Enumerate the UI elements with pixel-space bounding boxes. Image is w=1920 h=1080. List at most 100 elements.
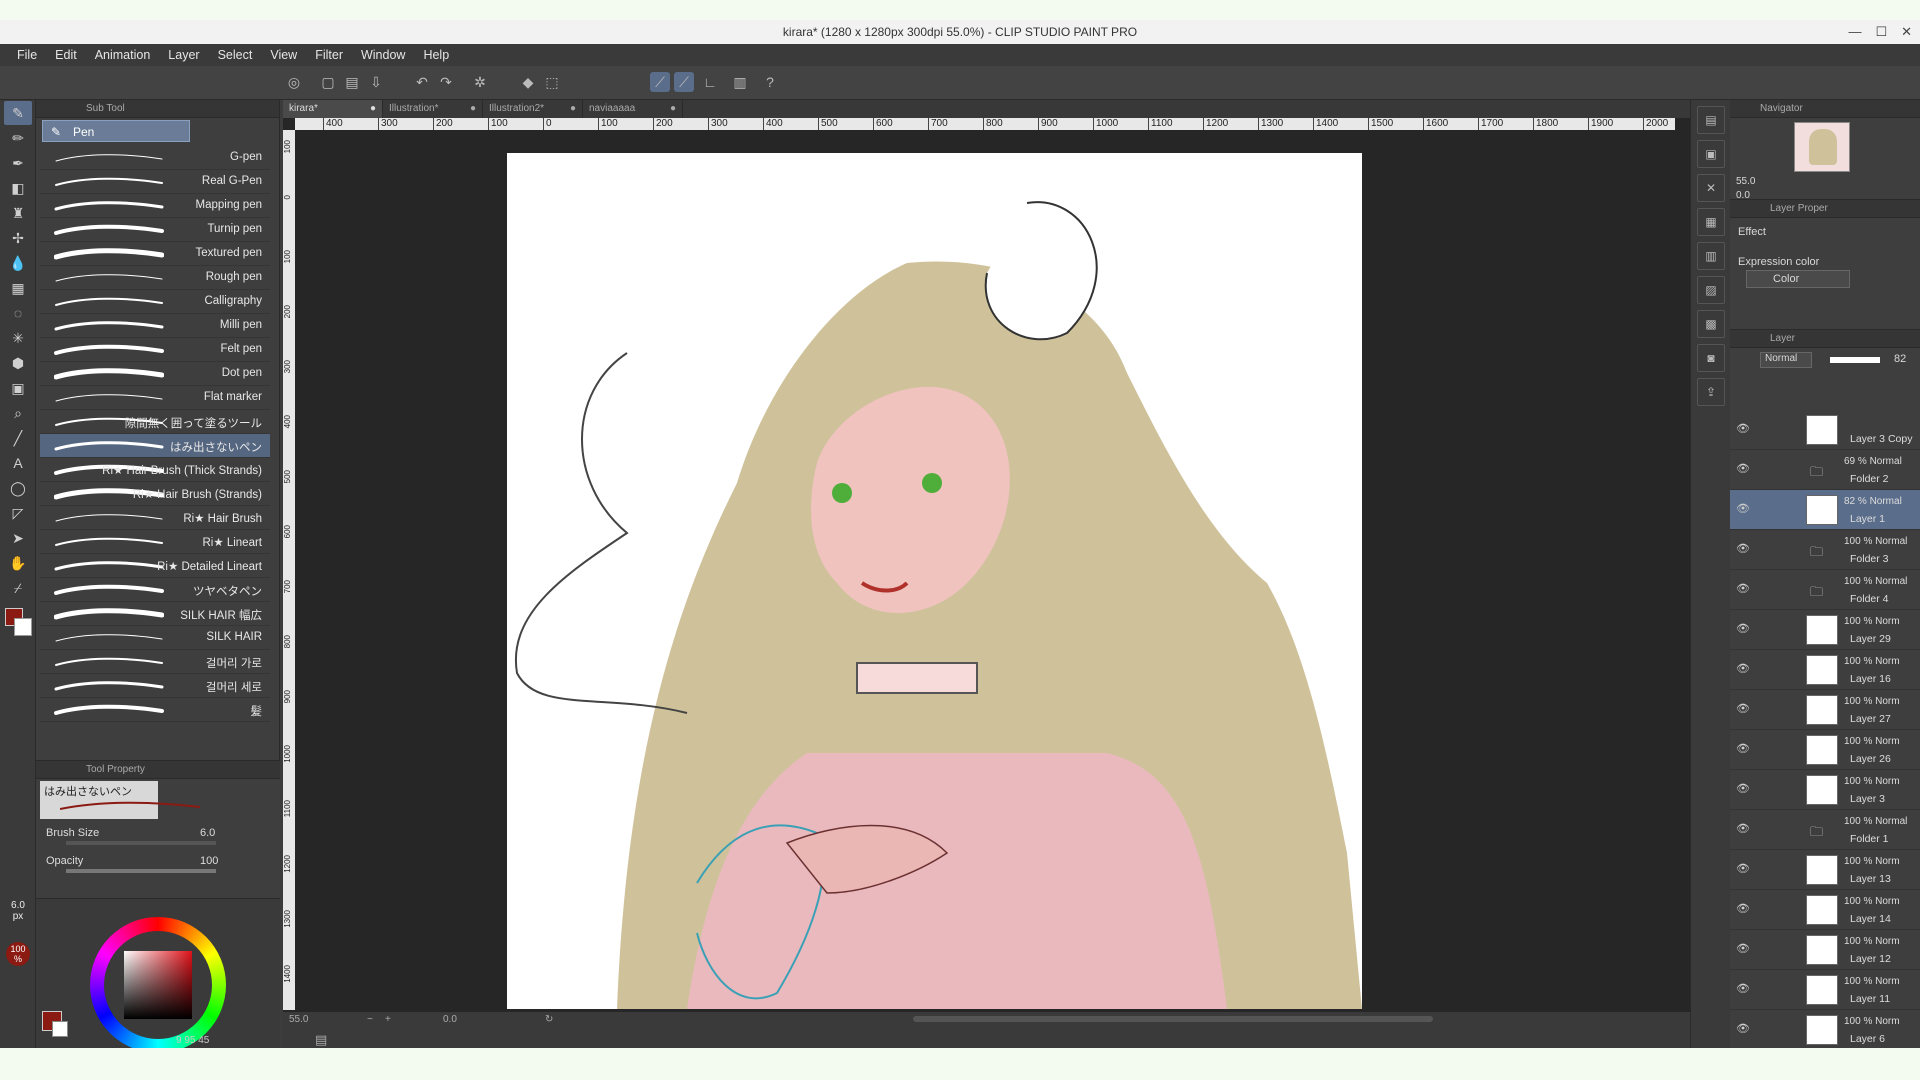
canvas-angle[interactable]: 0.0 bbox=[443, 1014, 457, 1025]
brush-item[interactable]: Real G-Pen bbox=[40, 170, 270, 194]
brush-item[interactable]: Ri★ Hair Brush bbox=[40, 506, 270, 530]
brush-tool-icon[interactable]: ✒ bbox=[4, 151, 32, 175]
layer-row[interactable]: 👁 82 % Normal Layer 1 bbox=[1730, 490, 1920, 530]
eye-icon[interactable]: 👁 bbox=[1736, 622, 1750, 635]
layer-row[interactable]: 👁 100 % Norm Layer 12 bbox=[1730, 930, 1920, 970]
tab-close-icon[interactable]: ● bbox=[670, 100, 676, 118]
brush-item[interactable]: 걸머리 가로 bbox=[40, 650, 270, 674]
expression-color-select[interactable]: Color bbox=[1746, 270, 1850, 288]
color-swatches[interactable] bbox=[0, 606, 35, 646]
clip-studio-icon[interactable]: ◎ bbox=[284, 72, 304, 92]
line-tool-icon[interactable]: ╱ bbox=[4, 426, 32, 450]
search-layer-icon[interactable]: ▦ bbox=[1697, 208, 1725, 236]
eye-icon[interactable]: 👁 bbox=[1736, 822, 1750, 835]
eye-icon[interactable]: 👁 bbox=[1736, 502, 1750, 515]
ruler-icon[interactable]: ▥ bbox=[730, 72, 750, 92]
close-icon[interactable]: ✕ bbox=[1901, 20, 1912, 44]
layer-row[interactable]: 👁 100 % Norm Layer 3 bbox=[1730, 770, 1920, 810]
menu-edit[interactable]: Edit bbox=[46, 48, 86, 62]
layer-row[interactable]: 👁 🗀 100 % Normal Folder 4 bbox=[1730, 570, 1920, 610]
navigator-zoom[interactable]: 55.0 bbox=[1736, 176, 1755, 187]
clear-icon[interactable]: ✲ bbox=[470, 72, 490, 92]
save-icon[interactable]: ⇩ bbox=[366, 72, 386, 92]
brush-item[interactable]: ツヤベタペン bbox=[40, 578, 270, 602]
horizontal-scrollbar[interactable] bbox=[913, 1016, 1433, 1022]
pencil-tool-icon[interactable]: ✏ bbox=[4, 126, 32, 150]
brush-item[interactable]: Ri★ Hair Brush (Strands) bbox=[40, 482, 270, 506]
redo-icon[interactable]: ↷ bbox=[436, 72, 456, 92]
tab-pen[interactable]: ✎ Pen bbox=[42, 120, 190, 142]
opacity-value[interactable]: 100 bbox=[200, 855, 218, 867]
gradient-tool-icon[interactable]: ▣ bbox=[4, 376, 32, 400]
menu-view[interactable]: View bbox=[261, 48, 306, 62]
camera-icon[interactable]: ◙ bbox=[1697, 344, 1725, 372]
snap-special-ruler-icon[interactable]: ⟋ bbox=[674, 72, 694, 92]
brush-item[interactable]: 隙間無く囲って塗るツール bbox=[40, 410, 270, 434]
eye-icon[interactable]: 👁 bbox=[1736, 462, 1750, 475]
blend-tool-icon[interactable]: 💧 bbox=[4, 251, 32, 275]
brush-item[interactable]: Calligraphy bbox=[40, 290, 270, 314]
layer-row[interactable]: 👁 🗀 100 % Normal Folder 1 bbox=[1730, 810, 1920, 850]
tab-close-icon[interactable]: ● bbox=[370, 100, 376, 118]
history-icon[interactable]: ✕ bbox=[1697, 174, 1725, 202]
animation-icon[interactable]: ▥ bbox=[1697, 242, 1725, 270]
layer-row[interactable]: 👁 100 % Norm Layer 26 bbox=[1730, 730, 1920, 770]
brush-item[interactable]: はみ出さないペン bbox=[40, 434, 270, 458]
brush-item[interactable]: SILK HAIR bbox=[40, 626, 270, 650]
figure-tool-icon[interactable]: ▦ bbox=[4, 276, 32, 300]
snap-ruler-icon[interactable]: ⟋ bbox=[650, 72, 670, 92]
document-tab[interactable]: Illustration2* ● bbox=[483, 100, 583, 118]
brush-item[interactable]: Textured pen bbox=[40, 242, 270, 266]
brush-item[interactable]: SILK HAIR 幅広 bbox=[40, 602, 270, 626]
operation-tool-icon[interactable]: ➤ bbox=[4, 526, 32, 550]
brush-item[interactable]: Rough pen bbox=[40, 266, 270, 290]
menu-select[interactable]: Select bbox=[209, 48, 262, 62]
brush-item[interactable]: Milli pen bbox=[40, 314, 270, 338]
layer-row[interactable]: 👁 🗀 100 % Normal Folder 3 bbox=[1730, 530, 1920, 570]
layer-row[interactable]: 👁 100 % Norm Layer 29 bbox=[1730, 610, 1920, 650]
pen-tool-icon[interactable]: ✎ bbox=[4, 101, 32, 125]
document-tab[interactable]: kirara* ● bbox=[283, 100, 383, 118]
sub-color-swatch[interactable] bbox=[14, 618, 32, 636]
fill-tool-icon[interactable]: ⬢ bbox=[4, 351, 32, 375]
canvas-zoom[interactable]: 55.0 bbox=[289, 1014, 308, 1025]
eye-icon[interactable]: 👁 bbox=[1736, 1022, 1750, 1035]
brush-item[interactable]: 髪 bbox=[40, 698, 270, 722]
layer-opacity-slider[interactable] bbox=[1830, 357, 1880, 363]
decoration-tool-icon[interactable]: ✢ bbox=[4, 226, 32, 250]
eye-icon[interactable]: 👁 bbox=[1736, 702, 1750, 715]
layer-row[interactable]: 👁 100 % Norm Layer 13 bbox=[1730, 850, 1920, 890]
brush-item[interactable]: Ri★ Hair Brush (Thick Strands) bbox=[40, 458, 270, 482]
frame-tool-icon[interactable]: ◸ bbox=[4, 501, 32, 525]
transform-icon[interactable]: ⬚ bbox=[542, 72, 562, 92]
menu-window[interactable]: Window bbox=[352, 48, 414, 62]
minimize-icon[interactable]: — bbox=[1848, 20, 1861, 44]
eraser-tool-icon[interactable]: ◧ bbox=[4, 176, 32, 200]
eye-icon[interactable]: 👁 bbox=[1736, 542, 1750, 555]
item-bank-icon[interactable]: ▨ bbox=[1697, 276, 1725, 304]
fill-icon[interactable]: ◆ bbox=[518, 72, 538, 92]
undo-icon[interactable]: ↶ bbox=[412, 72, 432, 92]
text-tool-icon[interactable]: A bbox=[4, 451, 32, 475]
balloon-tool-icon[interactable]: ◯ bbox=[4, 476, 32, 500]
brush-size-value[interactable]: 6.0 bbox=[200, 827, 215, 839]
eye-icon[interactable]: 👁 bbox=[1736, 782, 1750, 795]
eye-icon[interactable]: 👁 bbox=[1736, 902, 1750, 915]
quick-access-icon[interactable]: ▩ bbox=[1697, 310, 1725, 338]
menu-file[interactable]: File bbox=[8, 48, 46, 62]
brush-item[interactable]: 걸머리 세로 bbox=[40, 674, 270, 698]
eye-icon[interactable]: 👁 bbox=[1736, 862, 1750, 875]
snap-grid-icon[interactable]: ∟ bbox=[700, 72, 720, 92]
brush-size-slider[interactable] bbox=[66, 841, 216, 845]
eye-icon[interactable]: 👁 bbox=[1736, 982, 1750, 995]
airbrush-tool-icon[interactable]: ♜ bbox=[4, 201, 32, 225]
material-icon[interactable]: ▤ bbox=[1697, 106, 1725, 134]
color-set-icon[interactable]: ▣ bbox=[1697, 140, 1725, 168]
hand-tool-icon[interactable]: ✋ bbox=[4, 551, 32, 575]
layer-row[interactable]: 👁 100 % Norm Layer 14 bbox=[1730, 890, 1920, 930]
brush-item[interactable]: Flat marker bbox=[40, 386, 270, 410]
brush-item[interactable]: Turnip pen bbox=[40, 218, 270, 242]
magic-wand-icon[interactable]: ✳ bbox=[4, 326, 32, 350]
zoom-out-icon[interactable]: − bbox=[367, 1014, 373, 1025]
eyedropper-tool-icon[interactable]: ⌿ bbox=[4, 576, 32, 600]
